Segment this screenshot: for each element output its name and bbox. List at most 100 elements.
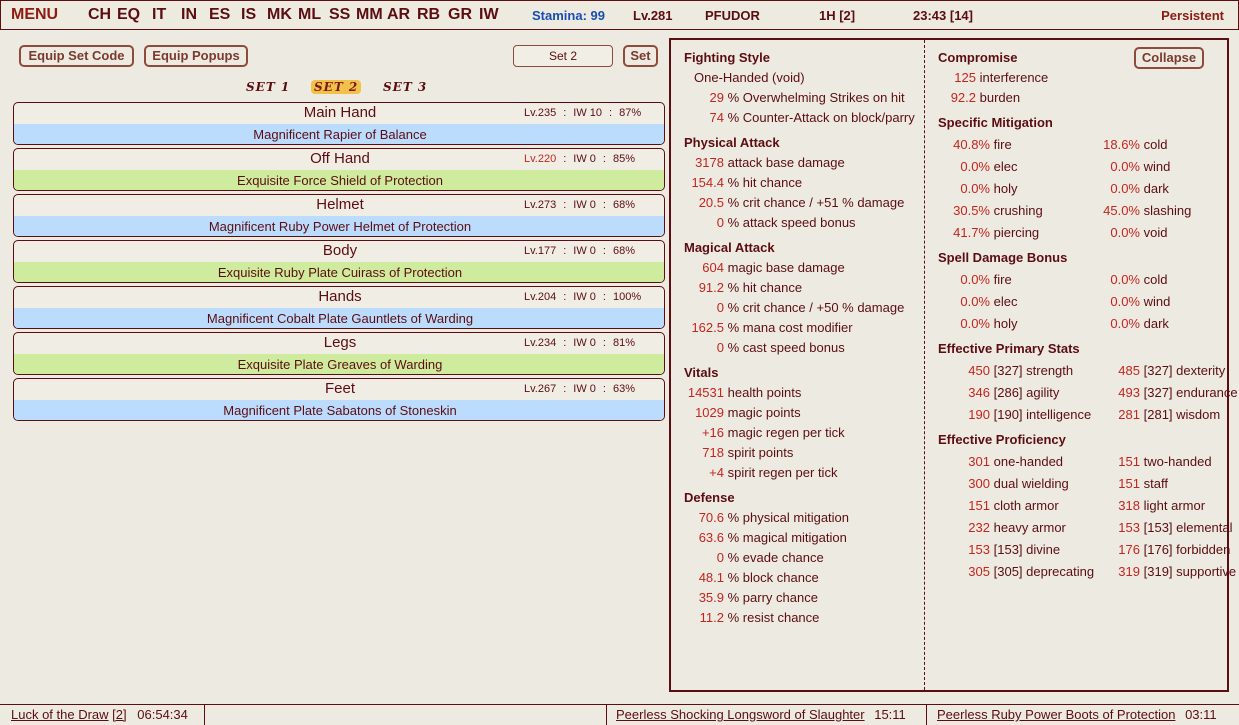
nav-ch[interactable]: CH [88, 6, 111, 24]
stat-pair-cell: 153 [153] divine [938, 542, 1060, 557]
stat-value: 35.9 [698, 590, 724, 605]
stat-row: 92.2 burden [938, 90, 1020, 105]
slot-item[interactable]: Magnificent Cobalt Plate Gauntlets of Wa… [14, 308, 664, 328]
set-name-input[interactable]: Set 2 [513, 45, 613, 67]
slot-item[interactable]: Exquisite Ruby Plate Cuirass of Protecti… [14, 262, 664, 282]
stat-row: 0 % crit chance / +50 % damage [684, 300, 905, 315]
nav-ss[interactable]: SS [329, 6, 350, 24]
stat-label: [327] endurance [1143, 385, 1238, 400]
stat-pair-cell: 0.0% cold [1088, 272, 1167, 287]
set-tab-3[interactable]: SET 3 [383, 80, 427, 94]
collapse-button[interactable]: Collapse [1134, 47, 1204, 69]
nav-ar[interactable]: AR [387, 6, 410, 24]
stat-row: 14531 health points [684, 385, 802, 400]
stat-value: +16 [701, 425, 724, 440]
stat-label: attack base damage [727, 155, 845, 170]
recent-item-1-name[interactable]: Peerless Shocking Longsword of Slaughter [616, 707, 865, 722]
nav-it[interactable]: IT [152, 6, 166, 24]
stat-label: % block chance [727, 570, 819, 585]
stat-label: dual wielding [993, 476, 1069, 491]
stat-value: 40.8% [953, 137, 990, 152]
section-defense: Defense [684, 490, 735, 505]
stat-pair-cell: 0.0% holy [938, 181, 1017, 196]
recent-item-2-name[interactable]: Peerless Ruby Power Boots of Protection [937, 707, 1175, 722]
equip-set-code-button[interactable]: Equip Set Code [19, 45, 134, 67]
slot-item[interactable]: Exquisite Force Shield of Protection [14, 170, 664, 190]
stat-value: 301 [968, 454, 990, 469]
nav-is[interactable]: IS [241, 6, 256, 24]
nav-mm[interactable]: MM [356, 6, 383, 24]
nav-mk[interactable]: MK [267, 6, 292, 24]
slot-item[interactable]: Exquisite Plate Greaves of Warding [14, 354, 664, 374]
stat-value: 48.1 [698, 570, 724, 585]
stat-value: 176 [1118, 542, 1140, 557]
stat-row: 48.1 % block chance [684, 570, 819, 585]
stat-value: 0.0% [960, 294, 990, 309]
stat-label: cold [1143, 137, 1168, 152]
slot-item[interactable]: Magnificent Rapier of Balance [14, 124, 664, 144]
stat-pair-cell: 45.0% slashing [1088, 203, 1191, 218]
equip-slot[interactable]: Off Hand Lv.220: IW 0:85% Exquisite Force S… [13, 148, 665, 191]
stat-value: 346 [968, 385, 990, 400]
recent-item-1[interactable]: Peerless Shocking Longsword of Slaughter… [607, 705, 927, 725]
stat-label: dark [1143, 316, 1169, 331]
stat-value: 0.0% [960, 272, 990, 287]
stat-label: fire [993, 272, 1012, 287]
recent-item-2-timer: 03:11 [1185, 707, 1217, 722]
stats-divider [924, 40, 925, 690]
stat-label: % magical mitigation [727, 530, 847, 545]
stat-row: 3178 attack base damage [684, 155, 845, 170]
equip-slot[interactable]: Helmet Lv.273: IW 0:68% Magnificent Ruby Po… [13, 194, 665, 237]
slot-iw: IW 0 [573, 199, 596, 211]
effect-stack[interactable]: [2] [112, 707, 126, 722]
stat-pair-cell: 346 [286] agility [938, 385, 1059, 400]
set-tab-2[interactable]: SET 2 [311, 80, 362, 94]
slot-item[interactable]: Magnificent Ruby Power Helmet of Protect… [14, 216, 664, 236]
recent-item-2[interactable]: Peerless Ruby Power Boots of Protection … [927, 705, 1239, 725]
set-button[interactable]: Set [623, 45, 658, 67]
section-vitals: Vitals [684, 365, 719, 380]
stat-value: 1029 [695, 405, 724, 420]
equip-slot[interactable]: Feet Lv.267: IW 0:63% Magnificent Plate Sab… [13, 378, 665, 421]
nav-es[interactable]: ES [209, 6, 230, 24]
nav-gr[interactable]: GR [448, 6, 472, 24]
active-effect[interactable]: Luck of the Draw [2] 06:54:34 [0, 705, 205, 725]
stat-label: % mana cost modifier [727, 320, 853, 335]
stat-value: 3178 [695, 155, 724, 170]
stat-pair-cell: 0.0% elec [938, 294, 1017, 309]
equip-slot[interactable]: Hands Lv.204: IW 0:100% Magnificent Cobalt … [13, 286, 665, 329]
nav-eq[interactable]: EQ [117, 6, 140, 24]
stat-value: 63.6 [698, 530, 724, 545]
equip-slot[interactable]: Legs Lv.234: IW 0:81% Exquisite Plate Greav… [13, 332, 665, 375]
stat-label: elec [993, 159, 1018, 174]
set-tab-1[interactable]: SET 1 [246, 80, 290, 94]
stat-value: 0.0% [960, 316, 990, 331]
slot-item[interactable]: Magnificent Plate Sabatons of Stoneskin [14, 400, 664, 420]
slot-meta: Lv.267: IW 0:63% [524, 383, 635, 395]
stat-label: [305] deprecating [993, 564, 1095, 579]
equip-slot[interactable]: Body Lv.177: IW 0:68% Exquisite Ruby Plate … [13, 240, 665, 283]
stat-label: burden [979, 90, 1021, 105]
stat-label: dark [1143, 181, 1169, 196]
nav-in[interactable]: IN [181, 6, 197, 24]
stat-pair-cell: 176 [176] forbidden [1088, 542, 1230, 557]
menu-button[interactable]: MENU [11, 6, 58, 24]
stamina-readout: Stamina: 99 [532, 8, 605, 23]
slot-level: Lv.234 [524, 337, 557, 349]
stat-pair-cell: 493 [327] endurance [1088, 385, 1238, 400]
nav-ml[interactable]: ML [298, 6, 321, 24]
stat-value: 0.0% [1110, 316, 1140, 331]
equip-slot[interactable]: Main Hand Lv.235: IW 10:87% Magnificent Rap… [13, 102, 665, 145]
stat-row: 11.2 % resist chance [684, 610, 820, 625]
stat-pair-cell: 450 [327] strength [938, 363, 1073, 378]
stat-row: 29 % Overwhelming Strikes on hit [684, 90, 905, 105]
slot-level: Lv.177 [524, 245, 557, 257]
nav-rb[interactable]: RB [417, 6, 440, 24]
effect-name[interactable]: Luck of the Draw [11, 707, 109, 722]
stat-pair-cell: 0.0% elec [938, 159, 1017, 174]
equip-popups-button[interactable]: Equip Popups [144, 45, 248, 67]
slot-condition: 85% [612, 153, 635, 165]
nav-iw[interactable]: IW [479, 6, 499, 24]
persistent-label[interactable]: Persistent [1161, 8, 1224, 23]
stat-value: 493 [1118, 385, 1140, 400]
